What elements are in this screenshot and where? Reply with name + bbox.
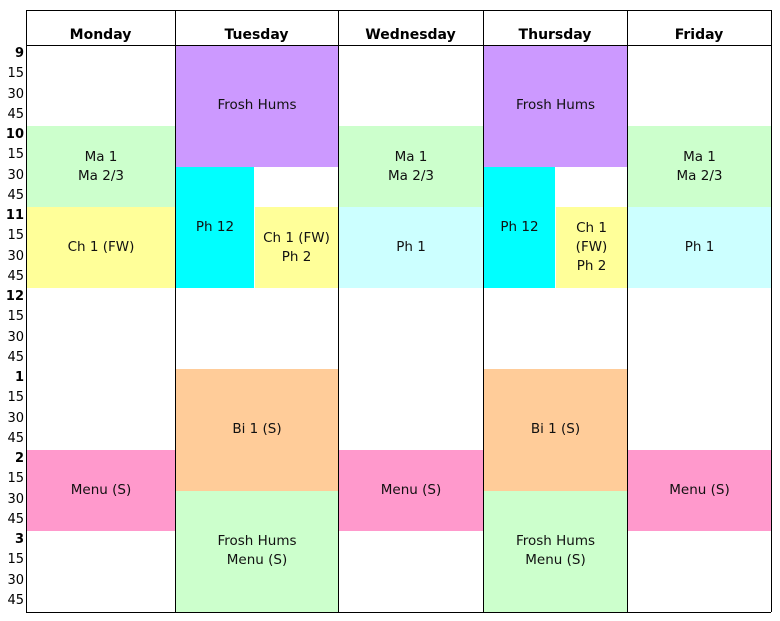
event-label: Bi 1 (S): [530, 421, 581, 438]
time-label: 15: [7, 552, 24, 568]
time-label: 45: [7, 106, 24, 122]
column-divider: [771, 10, 772, 612]
time-label: 45: [7, 187, 24, 203]
time-label: 1: [14, 370, 24, 385]
event-label: (FW): [575, 239, 608, 255]
time-label: 9: [14, 46, 24, 61]
time-label: 45: [7, 349, 24, 365]
event-label: Bi 1 (S): [232, 421, 282, 438]
time-label: 15: [7, 147, 24, 163]
day-header-wednesday: Wednesday: [365, 27, 456, 43]
time-label: 45: [7, 511, 24, 527]
schedule-event[interactable]: Frosh Hums: [176, 45, 338, 167]
time-label: 15: [7, 390, 24, 406]
time-label: 30: [7, 248, 24, 264]
schedule-event[interactable]: Ph 1: [339, 207, 483, 288]
time-label: 45: [7, 430, 24, 446]
schedule-event[interactable]: Frosh Hums: [484, 45, 627, 167]
time-label: 12: [5, 289, 24, 304]
schedule-event[interactable]: Ma 1 Ma 2/3: [27, 126, 175, 207]
time-label: 45: [7, 268, 24, 284]
row-divider: [26, 10, 771, 11]
event-label: Ph 12: [500, 218, 539, 235]
event-label: Ma 1: [683, 148, 716, 165]
event-label: Ma 2/3: [676, 167, 723, 184]
column-divider: [175, 10, 176, 612]
event-label: Ch 1: [576, 220, 607, 236]
time-label: 30: [7, 572, 24, 588]
time-label: 15: [7, 66, 24, 82]
time-label: 30: [7, 329, 24, 345]
event-label: Frosh Hums: [515, 533, 596, 550]
event-label: Frosh Hums: [217, 97, 297, 114]
event-label: Menu (S): [380, 482, 442, 498]
time-label: 30: [7, 410, 24, 426]
event-label: Ph 1: [396, 239, 426, 255]
event-label: Ma 2/3: [78, 167, 124, 184]
time-label: 10: [5, 127, 24, 142]
row-divider: [26, 45, 771, 46]
event-label: Menu (S): [70, 482, 132, 498]
event-label: Ph 12: [195, 218, 235, 235]
time-label: 11: [5, 208, 24, 223]
time-label: 15: [7, 471, 24, 487]
schedule-event[interactable]: Ph 12: [484, 166, 555, 288]
schedule-event[interactable]: Bi 1 (S): [484, 369, 627, 491]
time-label: 15: [7, 309, 24, 325]
event-label: Frosh Hums: [515, 97, 596, 114]
event-label: Ph 2: [281, 248, 312, 265]
event-label: Ma 1: [84, 148, 118, 165]
time-label: 15: [7, 228, 24, 244]
time-label: 30: [7, 167, 24, 183]
schedule-event[interactable]: Menu (S): [27, 450, 175, 531]
day-header-thursday: Thursday: [518, 27, 592, 43]
schedule-event[interactable]: Ch 1 (FW) Ph 2: [255, 207, 338, 288]
time-label: 30: [7, 491, 24, 507]
schedule-event[interactable]: Menu (S): [628, 450, 771, 531]
schedule-event[interactable]: Ph 12: [176, 166, 254, 288]
schedule-event[interactable]: Ph 1: [628, 207, 771, 288]
event-label: Ph 2: [576, 258, 607, 274]
schedule-event[interactable]: Menu (S): [339, 450, 483, 531]
weekly-schedule: Ma 1 Ma 2/3 Ch 1 (FW) Menu (S) Frosh Hums Ph …: [0, 0, 780, 621]
schedule-event[interactable]: Ma 1 Ma 2/3: [339, 126, 483, 207]
schedule-event[interactable]: Bi 1 (S): [176, 369, 338, 491]
event-label: Frosh Hums: [217, 533, 297, 550]
event-label: Menu (S): [226, 552, 288, 569]
row-divider: [26, 612, 771, 613]
column-divider: [26, 10, 27, 612]
time-label: 2: [14, 451, 24, 466]
time-label: 45: [7, 592, 24, 608]
event-label: Ch 1 (FW): [263, 229, 330, 246]
event-label: Menu (S): [525, 552, 586, 569]
schedule-event[interactable]: Ch 1 (FW) Ph 2: [556, 207, 627, 288]
event-label: Ph 1: [684, 239, 715, 255]
time-label: 3: [14, 532, 24, 547]
day-header-tuesday: Tuesday: [224, 27, 289, 43]
day-header-monday: Monday: [69, 27, 132, 43]
column-divider: [483, 10, 484, 612]
day-header-friday: Friday: [674, 27, 724, 43]
event-label: Ch 1 (FW): [67, 239, 135, 255]
column-divider: [627, 10, 628, 612]
event-label: Menu (S): [669, 482, 730, 498]
schedule-event[interactable]: Ma 1 Ma 2/3: [628, 126, 771, 207]
schedule-event[interactable]: Frosh Hums Menu (S): [484, 490, 627, 612]
event-label: Ma 2/3: [388, 167, 434, 184]
event-label: Ma 1: [394, 148, 428, 165]
time-label: 30: [7, 86, 24, 102]
schedule-event[interactable]: Frosh Hums Menu (S): [176, 490, 338, 612]
schedule-event[interactable]: Ch 1 (FW): [27, 207, 175, 288]
column-divider: [338, 10, 339, 612]
